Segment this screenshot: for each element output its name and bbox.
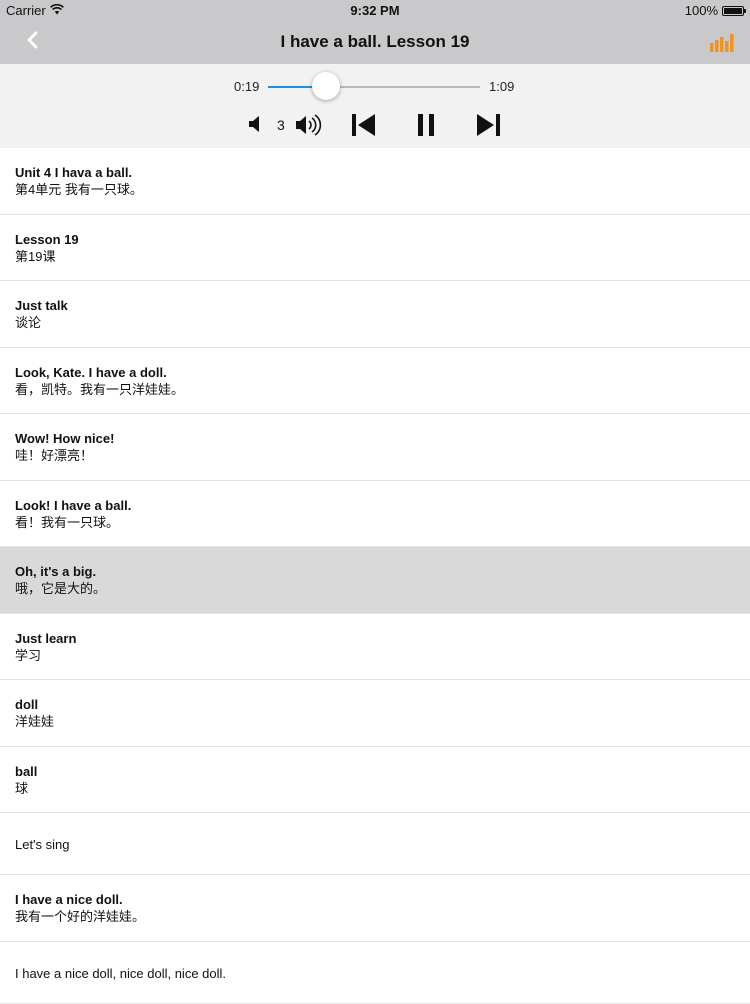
sentence-row[interactable]: Just talk 谈论: [0, 281, 750, 348]
volume-up-button[interactable]: [295, 112, 325, 143]
playback-controls: 3: [0, 112, 750, 140]
progress-slider[interactable]: [268, 72, 480, 100]
speaker-high-icon: [295, 112, 325, 143]
sentence-english: Look, Kate. I have a doll.: [15, 364, 167, 380]
sentence-row[interactable]: ball 球: [0, 747, 750, 813]
sentence-english: Lesson 19: [15, 231, 79, 247]
status-bar: Carrier 9:32 PM 100%: [0, 0, 750, 22]
volume-down-button[interactable]: [248, 114, 264, 139]
sentence-chinese: 我有一个好的洋娃娃。: [15, 909, 146, 924]
sentence-row[interactable]: Look! I have a ball. 看！我有一只球。: [0, 481, 750, 547]
clock: 9:32 PM: [350, 3, 400, 18]
sentence-english: Oh, it's a big.: [15, 564, 97, 579]
skip-back-icon: [351, 113, 377, 142]
sentence-chinese: 看，凯特。我有一只洋娃娃。: [15, 381, 185, 397]
sentence-english: I have a nice doll.: [15, 892, 123, 907]
sentence-chinese: 第19课: [15, 248, 56, 264]
sentence-chinese: 第4单元 我有一只球。: [15, 182, 143, 197]
battery-indicator: 100%: [684, 3, 746, 18]
sentence-english: ball: [15, 763, 38, 779]
sentence-row[interactable]: Lesson 19 第19课: [0, 215, 750, 281]
sentence-chinese: 学习: [15, 647, 42, 663]
sentence-chinese: 洋娃娃: [15, 714, 55, 729]
sound-levels-button[interactable]: [710, 34, 734, 57]
sentence-list: Unit 4 I hava a ball. 第4单元 我有一只球。 Lesson 1…: [0, 148, 750, 1004]
sentence-row[interactable]: Let's sing: [0, 813, 750, 875]
sentence-english: Look! I have a ball.: [15, 497, 132, 513]
sentence-english: Wow! How nice!: [15, 431, 115, 446]
progress-thumb[interactable]: [312, 72, 341, 100]
sentence-row[interactable]: I have a nice doll, nice doll, nice doll…: [0, 942, 750, 1004]
sentence-row[interactable]: Look, Kate. I have a doll. 看，凯特。我有一只洋娃娃。: [0, 348, 750, 414]
sentence-english: doll: [15, 697, 39, 712]
volume-value: 3: [277, 117, 285, 133]
sentence-row[interactable]: Unit 4 I hava a ball. 第4单元 我有一只球。: [0, 148, 750, 215]
sentence-english: Just learn: [15, 630, 77, 646]
pause-button[interactable]: [416, 113, 436, 142]
sentence-row[interactable]: doll 洋娃娃: [0, 680, 750, 747]
sentence-row[interactable]: Just learn 学习: [0, 614, 750, 680]
sentence-english: I have a nice doll, nice doll, nice doll…: [15, 965, 227, 981]
sentence-row[interactable]: Oh, it's a big. 哦，它是大的。: [0, 547, 750, 614]
current-time: 0:19: [234, 79, 260, 94]
sentence-chinese: 哇！好漂亮！: [15, 448, 94, 463]
page-title: I have a ball. Lesson 19: [280, 32, 470, 51]
pause-icon: [416, 113, 436, 142]
sound-levels-icon: [710, 34, 734, 56]
sentence-english: Let's sing: [15, 837, 70, 852]
battery-percent: 100%: [684, 3, 718, 18]
battery-icon: [722, 5, 746, 16]
audio-player: 0:19 1:09 3: [0, 64, 750, 148]
next-track-button[interactable]: [475, 113, 501, 142]
sentence-row[interactable]: I have a nice doll. 我有一个好的洋娃娃。: [0, 875, 750, 942]
previous-track-button[interactable]: [351, 113, 377, 142]
sentence-english: Unit 4 I hava a ball.: [15, 165, 133, 180]
sentence-chinese: 看！我有一只球。: [15, 514, 120, 530]
skip-forward-icon: [475, 113, 501, 142]
sentence-row[interactable]: Wow! How nice! 哇！好漂亮！: [0, 414, 750, 481]
sentence-english: Just talk: [15, 298, 68, 313]
sentence-chinese: 哦，它是大的。: [15, 581, 107, 596]
sentence-chinese: 谈论: [15, 315, 42, 330]
speaker-low-icon: [248, 114, 264, 139]
sentence-chinese: 球: [15, 780, 29, 796]
navigation-bar: I have a ball. Lesson 19: [0, 22, 750, 64]
total-time: 1:09: [489, 79, 515, 94]
